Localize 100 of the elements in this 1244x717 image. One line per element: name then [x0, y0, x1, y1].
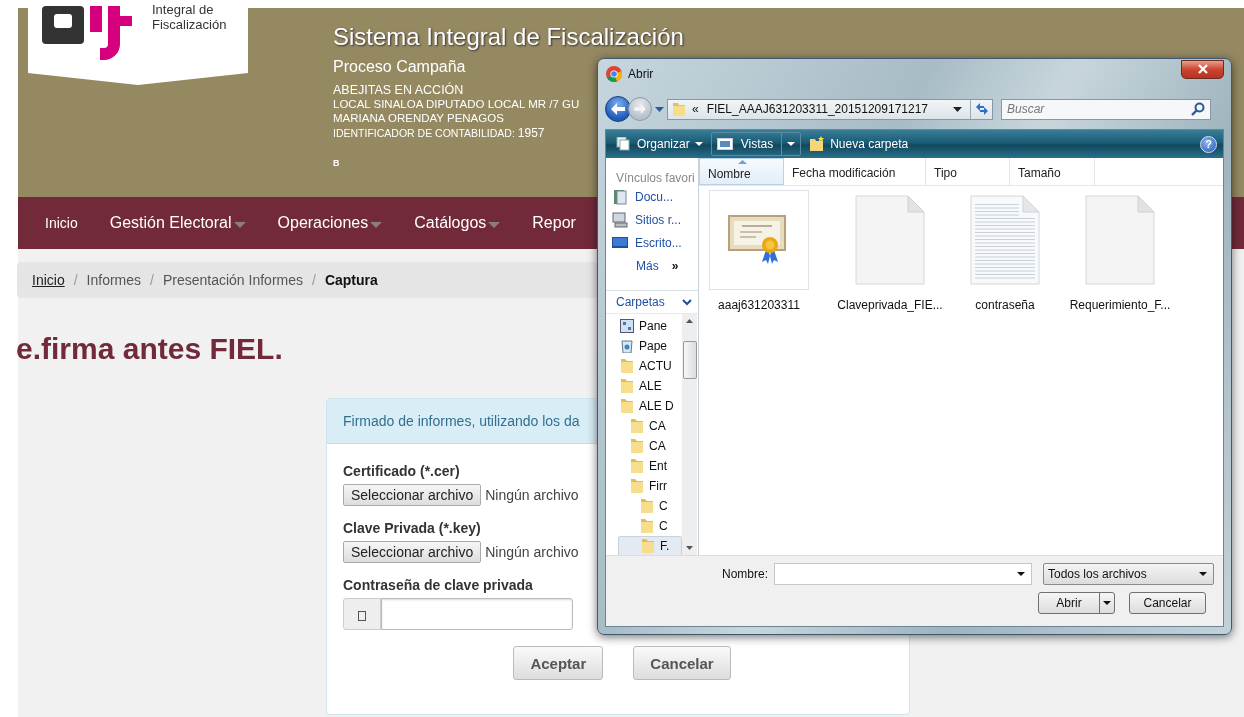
- control-panel-icon[interactable]: [620, 319, 634, 333]
- desktop-icon[interactable]: [612, 235, 628, 250]
- dialog-title: Abrir: [628, 67, 654, 81]
- dropdown-icon[interactable]: [1017, 572, 1025, 576]
- file-item[interactable]: Claveprivada_FIE...: [825, 190, 955, 312]
- computer-icon[interactable]: [612, 211, 628, 228]
- filename-label: Nombre:: [722, 567, 768, 581]
- search-icon: [1191, 102, 1205, 116]
- page-heading: e.firma antes FIEL.: [16, 332, 283, 366]
- new-folder-button[interactable]: Nueva carpeta: [805, 134, 913, 154]
- column-header[interactable]: Nombre: [699, 158, 784, 185]
- address-field[interactable]: « FIEL_AAAJ631203311_20151209171217: [667, 98, 993, 120]
- folder-tree-item[interactable]: CA: [618, 416, 682, 436]
- filename-field[interactable]: [774, 563, 1032, 585]
- folder-icon: [672, 101, 686, 117]
- favorite-link[interactable]: Escrito...: [606, 231, 698, 254]
- address-path: FIEL_AAAJ631203311_20151209171217: [706, 102, 928, 116]
- documents-icon[interactable]: [612, 188, 628, 205]
- folder-tree-item[interactable]: Firr: [618, 476, 682, 496]
- breadcrumb-item[interactable]: Presentación Informes: [162, 272, 303, 288]
- chevron-icon[interactable]: [682, 298, 692, 306]
- more-link[interactable]: Más: [636, 258, 659, 273]
- nav-item[interactable]: Catálogos: [398, 214, 517, 232]
- views-icon[interactable]: [716, 138, 733, 150]
- form-button[interactable]: Aceptar: [513, 646, 604, 680]
- breadcrumb-current: Captura: [324, 272, 378, 288]
- scroll-thumb[interactable]: [682, 341, 697, 379]
- favorites-heading: Vínculos favori: [615, 170, 696, 185]
- pages-icon[interactable]: [616, 137, 632, 151]
- folder-tree-item[interactable]: F.: [618, 536, 682, 555]
- scroll-up-icon[interactable]: [686, 319, 693, 323]
- folder-tree-item[interactable]: ALE D: [618, 396, 682, 416]
- logo-text: Integral de Fiscalización: [152, 2, 228, 32]
- column-header[interactable]: Fecha modificación: [784, 158, 926, 185]
- folder-tree-item[interactable]: Pane: [618, 316, 682, 336]
- nav-item[interactable]: Gestión Electoral: [93, 214, 262, 232]
- notice-text: Firmado de informes, utilizando los da: [343, 413, 580, 429]
- dropdown-icon[interactable]: [1199, 572, 1207, 576]
- field-label: Contraseña de clave privada: [343, 576, 533, 594]
- file-type-select[interactable]: Todos los archivos: [1043, 563, 1214, 585]
- nav-item[interactable]: Operaciones: [261, 214, 399, 232]
- folder-tree-item[interactable]: Ent: [618, 456, 682, 476]
- accounting-id-value: 1957: [517, 126, 545, 140]
- file-status: Ningún archivo: [485, 487, 579, 503]
- column-header[interactable]: Tamaño: [1010, 158, 1095, 185]
- back-button[interactable]: [605, 96, 631, 122]
- browser-icon: [606, 66, 622, 82]
- open-button[interactable]: Abrir: [1038, 592, 1115, 614]
- new-folder-icon[interactable]: [809, 136, 826, 152]
- square-icon: [358, 611, 366, 621]
- folder-tree-item[interactable]: Pape: [618, 336, 682, 356]
- nav-item[interactable]: Inicio: [29, 215, 94, 231]
- scroll-down-icon[interactable]: [686, 546, 693, 550]
- document-icon: [854, 195, 926, 285]
- more-glyph[interactable]: »: [671, 258, 679, 273]
- favorite-link[interactable]: Docu...: [606, 185, 698, 208]
- breadcrumb-link[interactable]: Inicio: [32, 272, 65, 288]
- process-subtitle: Proceso Campaña: [333, 57, 466, 77]
- password-field[interactable]: [381, 598, 573, 630]
- choose-file-button[interactable]: Seleccionar archivo: [343, 484, 482, 506]
- breadcrumb-separator: /: [150, 272, 154, 288]
- history-dropdown-icon[interactable]: [655, 106, 664, 112]
- dropdown-icon[interactable]: [953, 106, 962, 112]
- header-note: B: [333, 158, 340, 168]
- arrow-icon[interactable]: [611, 103, 625, 115]
- folder-tree-item[interactable]: ALE: [618, 376, 682, 396]
- favorite-link[interactable]: Sitios r...: [606, 208, 698, 231]
- dropdown-icon[interactable]: [1103, 601, 1111, 605]
- search-field[interactable]: Buscar: [1001, 98, 1211, 120]
- form-button[interactable]: Cancelar: [633, 646, 731, 680]
- header-line: MARIANA ORENDAY PENAGOS: [333, 111, 504, 125]
- caret-icon[interactable]: [787, 142, 796, 146]
- folder-tree-item[interactable]: C: [618, 496, 682, 516]
- text-document-icon: [969, 195, 1041, 285]
- views-button[interactable]: Vistas: [710, 132, 802, 156]
- bin-icon[interactable]: [620, 339, 634, 353]
- file-item[interactable]: Requerimiento_F...: [1055, 190, 1185, 312]
- organize-menu-button[interactable]: Organizar: [612, 135, 707, 153]
- cancel-button[interactable]: Cancelar: [1129, 592, 1206, 614]
- field-label: Certificado (*.cer): [343, 462, 460, 480]
- document-icon: [1084, 195, 1156, 285]
- folder-tree-item[interactable]: ACTU: [618, 356, 682, 376]
- choose-file-button[interactable]: Seleccionar archivo: [343, 541, 482, 563]
- nav-item[interactable]: Repor: [516, 214, 592, 232]
- search-placeholder: Buscar: [1007, 102, 1045, 116]
- accounting-id-label: IDENTIFICADOR DE CONTABILIDAD:: [333, 127, 515, 139]
- scrollbar[interactable]: [682, 314, 697, 555]
- party-name: ABEJITAS EN ACCIÓN: [333, 83, 464, 97]
- address-prefix: «: [692, 102, 699, 116]
- sort-arrow-icon[interactable]: [738, 160, 747, 164]
- header-line: LOCAL SINALOA DIPUTADO LOCAL MR /7 GU: [333, 97, 580, 111]
- caret-icon[interactable]: [694, 142, 703, 146]
- folder-tree-item[interactable]: C: [618, 516, 682, 536]
- close-icon[interactable]: [1196, 64, 1209, 74]
- breadcrumb-item[interactable]: Informes: [86, 272, 142, 288]
- field-label: Clave Privada (*.key): [343, 519, 481, 537]
- close-button[interactable]: [1181, 59, 1224, 79]
- folder-tree-item[interactable]: CA: [618, 436, 682, 456]
- site-title: Sistema Integral de Fiscalización: [333, 23, 684, 51]
- column-header[interactable]: Tipo: [926, 158, 1010, 185]
